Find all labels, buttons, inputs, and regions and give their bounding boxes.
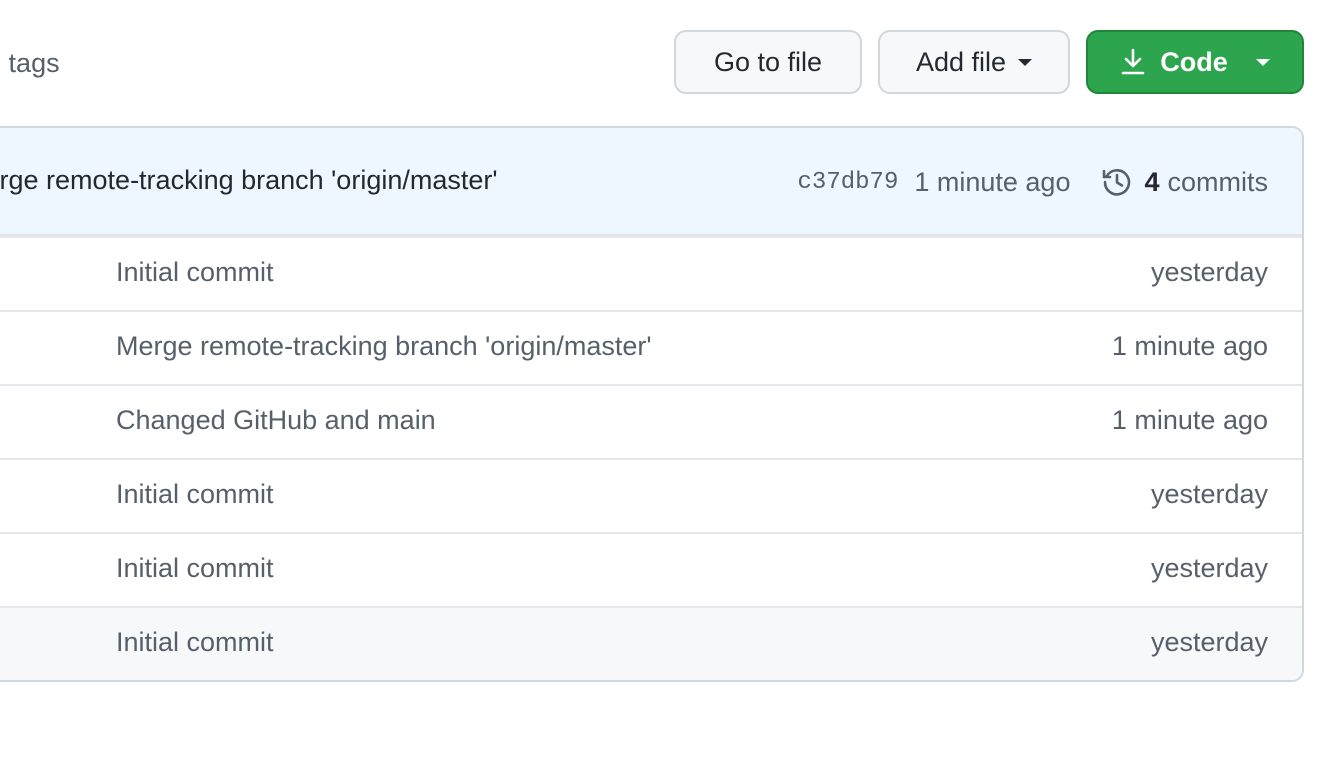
row-commit-message[interactable]: Initial commit — [116, 479, 274, 510]
row-commit-message[interactable]: Initial commit — [116, 553, 274, 584]
row-commit-time: yesterday — [1150, 553, 1268, 583]
tags-label: tags — [8, 48, 60, 78]
table-row: Initial commit yesterday — [0, 458, 1302, 532]
commits-label[interactable]: commits — [1168, 167, 1269, 198]
row-commit-message[interactable]: Initial commit — [116, 257, 274, 288]
table-row: Initial commit yesterday — [0, 606, 1302, 680]
go-to-file-label: Go to file — [713, 46, 823, 77]
latest-commit-details: c37db79 1 minute ago 4 commits — [798, 162, 1268, 202]
code-label: Code — [1160, 46, 1228, 77]
caret-down-icon — [1255, 58, 1270, 66]
code-button[interactable]: Code — [1086, 30, 1304, 94]
row-commit-message[interactable]: Changed GitHub and main — [116, 405, 436, 436]
row-commit-time: 1 minute ago — [1111, 405, 1268, 435]
history-icon[interactable] — [1100, 165, 1134, 199]
add-file-button[interactable]: Add file — [878, 30, 1070, 94]
row-commit-time: yesterday — [1150, 257, 1268, 287]
download-icon — [1120, 48, 1146, 76]
latest-commit-bar: Merge remote-tracking branch 'origin/mas… — [0, 128, 1302, 236]
commits-count[interactable]: 4 — [1144, 167, 1159, 198]
file-list-box: Merge remote-tracking branch 'origin/mas… — [0, 126, 1304, 682]
row-commit-message[interactable]: Initial commit — [116, 627, 274, 658]
table-row: Merge remote-tracking branch 'origin/mas… — [0, 310, 1302, 384]
row-commit-time: 1 minute ago — [1111, 331, 1268, 361]
row-commit-time: yesterday — [1150, 479, 1268, 509]
tags-link[interactable]: 0 tags — [0, 44, 60, 82]
commit-sha-link[interactable]: c37db79 — [798, 169, 899, 196]
table-row: Initial commit yesterday — [0, 532, 1302, 606]
repo-file-browser: 0 tags Go to file Add file Code Merge re… — [0, 0, 1318, 771]
go-to-file-button[interactable]: Go to file — [674, 30, 862, 94]
table-row: Initial commit yesterday — [0, 236, 1302, 310]
add-file-label: Add file — [915, 46, 1007, 77]
tags-count: 0 — [0, 48, 1, 78]
row-commit-time: yesterday — [1150, 627, 1268, 657]
row-commit-message[interactable]: Merge remote-tracking branch 'origin/mas… — [116, 331, 652, 362]
latest-commit-message[interactable]: Merge remote-tracking branch 'origin/mas… — [0, 165, 498, 196]
caret-down-icon — [1018, 58, 1033, 66]
table-row: Changed GitHub and main 1 minute ago — [0, 384, 1302, 458]
commit-time: 1 minute ago — [914, 166, 1071, 197]
